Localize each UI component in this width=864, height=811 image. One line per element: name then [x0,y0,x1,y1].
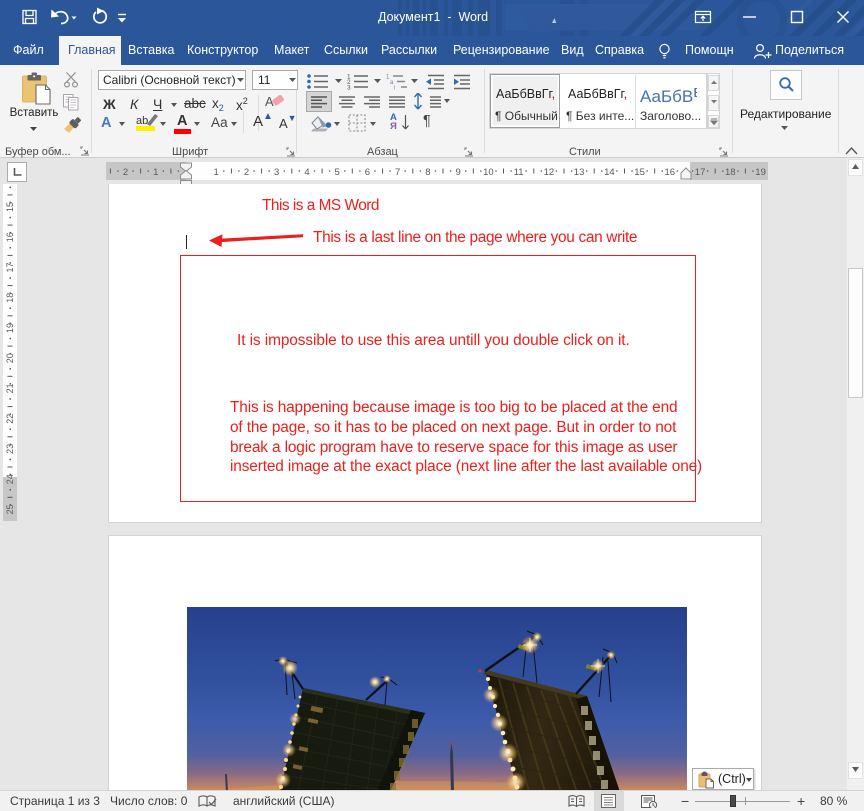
svg-text:5: 5 [335,167,340,178]
svg-text:16: 16 [665,167,676,178]
svg-text:6: 6 [365,167,370,178]
svg-text:3: 3 [274,167,279,178]
svg-text:19: 19 [755,167,766,178]
svg-text:20: 20 [5,353,15,363]
svg-text:24: 24 [5,474,15,484]
svg-text:14: 14 [604,167,615,178]
svg-text:18: 18 [725,167,736,178]
svg-text:2: 2 [244,167,249,178]
svg-text:15: 15 [634,167,645,178]
svg-text:21: 21 [5,383,15,393]
svg-text:16: 16 [5,232,15,242]
svg-text:13: 13 [574,167,585,178]
svg-text:4: 4 [304,167,309,178]
svg-text:25: 25 [5,504,15,514]
svg-text:22: 22 [5,414,15,424]
svg-text:17: 17 [5,262,15,272]
svg-text:18: 18 [5,293,15,303]
svg-text:15: 15 [5,202,15,212]
svg-text:23: 23 [5,444,15,454]
svg-text:10: 10 [483,167,494,178]
svg-text:2: 2 [123,167,128,178]
svg-text:i: i [394,86,395,91]
svg-text:ab: ab [136,115,148,127]
svg-text:12: 12 [544,167,555,178]
svg-text:1: 1 [153,167,158,178]
svg-text:3: 3 [347,85,351,91]
svg-text:11: 11 [514,167,524,178]
svg-text:8: 8 [425,167,430,178]
svg-text:17: 17 [695,167,706,178]
svg-text:9: 9 [456,167,461,178]
svg-text:7: 7 [395,167,400,178]
svg-text:1: 1 [214,167,219,178]
svg-text:19: 19 [5,323,15,333]
